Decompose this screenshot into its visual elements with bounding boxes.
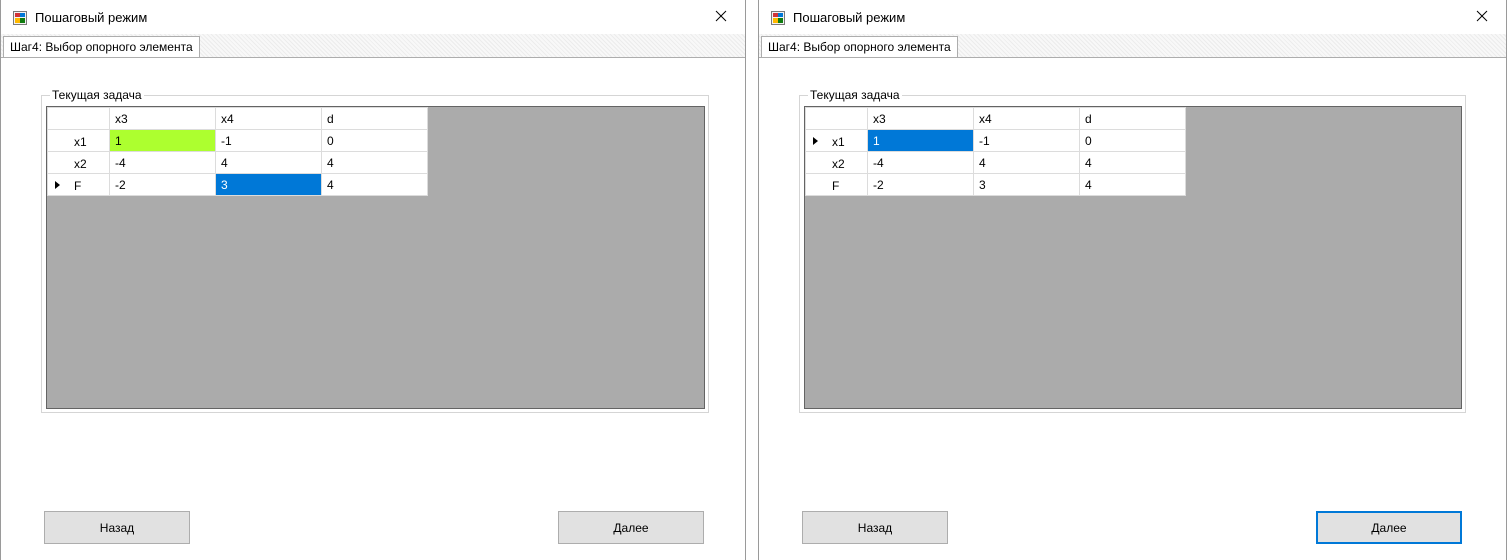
table-row: x2 -4 4 4 xyxy=(47,151,428,174)
data-grid[interactable]: x3 x4 d x1 1 -1 0 x2 -4 4 4 F -2 3 4 xyxy=(804,106,1462,409)
grid-cell-x2-x4[interactable]: 4 xyxy=(215,151,322,174)
grid-header-row: x3 x4 d xyxy=(47,107,428,130)
column-header-x3[interactable]: x3 xyxy=(109,107,216,130)
group-label: Текущая задача xyxy=(808,88,902,102)
row-header-x2[interactable]: x2 xyxy=(47,151,110,174)
row-label: x2 xyxy=(74,157,87,171)
row-label: F xyxy=(74,179,82,193)
window-title: Пошаговый режим xyxy=(35,10,148,25)
next-button[interactable]: Далее xyxy=(558,511,704,544)
row-label: x1 xyxy=(832,135,845,149)
close-button[interactable] xyxy=(699,0,745,34)
title-bar[interactable]: Пошаговый режим xyxy=(759,0,1506,34)
step-mode-window-2: Пошаговый режим Шаг4: Выбор опорного эле… xyxy=(758,0,1507,560)
grid-cell-f-d[interactable]: 4 xyxy=(1079,173,1186,196)
close-button[interactable] xyxy=(1460,0,1506,34)
grid-corner-cell[interactable] xyxy=(47,107,110,130)
grid-cell-x2-x3[interactable]: -4 xyxy=(867,151,974,174)
grid-cell-x2-d[interactable]: 4 xyxy=(1079,151,1186,174)
table-row: x2 -4 4 4 xyxy=(805,151,1186,174)
grid-cell-x1-d[interactable]: 0 xyxy=(321,129,428,152)
title-bar[interactable]: Пошаговый режим xyxy=(1,0,745,34)
row-header-f[interactable]: F xyxy=(805,173,868,196)
app-form-icon xyxy=(13,11,27,25)
tab-step4[interactable]: Шаг4: Выбор опорного элемента xyxy=(761,36,958,59)
grid-cell-x1-x3[interactable]: 1 xyxy=(867,129,974,152)
grid-cell-f-x3[interactable]: -2 xyxy=(867,173,974,196)
next-button[interactable]: Далее xyxy=(1316,511,1462,544)
grid-cell-x1-x4[interactable]: -1 xyxy=(973,129,1080,152)
grid-cell-x1-x3[interactable]: 1 xyxy=(109,129,216,152)
table-row: F -2 3 4 xyxy=(47,173,428,196)
close-icon xyxy=(1476,10,1488,22)
grid-cell-x2-d[interactable]: 4 xyxy=(321,151,428,174)
window-title: Пошаговый режим xyxy=(793,10,906,25)
row-pointer-icon xyxy=(813,137,818,145)
back-button[interactable]: Назад xyxy=(802,511,948,544)
app-form-icon xyxy=(771,11,785,25)
column-header-x3[interactable]: x3 xyxy=(867,107,974,130)
step-mode-window-1: Пошаговый режим Шаг4: Выбор опорного эле… xyxy=(0,0,746,560)
grid-cell-f-x4[interactable]: 3 xyxy=(973,173,1080,196)
row-header-f[interactable]: F xyxy=(47,173,110,196)
row-label: x1 xyxy=(74,135,87,149)
tab-step4[interactable]: Шаг4: Выбор опорного элемента xyxy=(3,36,200,59)
grid-cell-f-x4[interactable]: 3 xyxy=(215,173,322,196)
grid-cell-x2-x4[interactable]: 4 xyxy=(973,151,1080,174)
column-header-x4[interactable]: x4 xyxy=(215,107,322,130)
row-header-x2[interactable]: x2 xyxy=(805,151,868,174)
data-grid[interactable]: x3 x4 d x1 1 -1 0 x2 -4 4 4 F -2 3 4 xyxy=(46,106,705,409)
row-label: F xyxy=(832,179,840,193)
grid-cell-f-x3[interactable]: -2 xyxy=(109,173,216,196)
current-task-group: Текущая задача x3 x4 d x1 1 -1 0 x2 -4 4… xyxy=(799,88,1466,413)
table-row: x1 1 -1 0 xyxy=(805,129,1186,152)
tab-strip: Шаг4: Выбор опорного элемента xyxy=(759,34,1506,59)
table-row: F -2 3 4 xyxy=(805,173,1186,196)
current-task-group: Текущая задача x3 x4 d x1 1 -1 0 x2 -4 4… xyxy=(41,88,709,413)
grid-header-row: x3 x4 d xyxy=(805,107,1186,130)
row-header-x1[interactable]: x1 xyxy=(805,129,868,152)
column-header-d[interactable]: d xyxy=(321,107,428,130)
grid-cell-x1-x4[interactable]: -1 xyxy=(215,129,322,152)
row-pointer-icon xyxy=(55,181,60,189)
row-label: x2 xyxy=(832,157,845,171)
table-row: x1 1 -1 0 xyxy=(47,129,428,152)
grid-table: x3 x4 d x1 1 -1 0 x2 -4 4 4 F -2 3 4 xyxy=(47,107,428,196)
grid-table: x3 x4 d x1 1 -1 0 x2 -4 4 4 F -2 3 4 xyxy=(805,107,1186,196)
row-header-x1[interactable]: x1 xyxy=(47,129,110,152)
group-label: Текущая задача xyxy=(50,88,144,102)
tab-strip: Шаг4: Выбор опорного элемента xyxy=(1,34,745,59)
column-header-x4[interactable]: x4 xyxy=(973,107,1080,130)
close-icon xyxy=(715,10,727,22)
grid-cell-x1-d[interactable]: 0 xyxy=(1079,129,1186,152)
column-header-d[interactable]: d xyxy=(1079,107,1186,130)
back-button[interactable]: Назад xyxy=(44,511,190,544)
grid-corner-cell[interactable] xyxy=(805,107,868,130)
grid-cell-x2-x3[interactable]: -4 xyxy=(109,151,216,174)
grid-cell-f-d[interactable]: 4 xyxy=(321,173,428,196)
